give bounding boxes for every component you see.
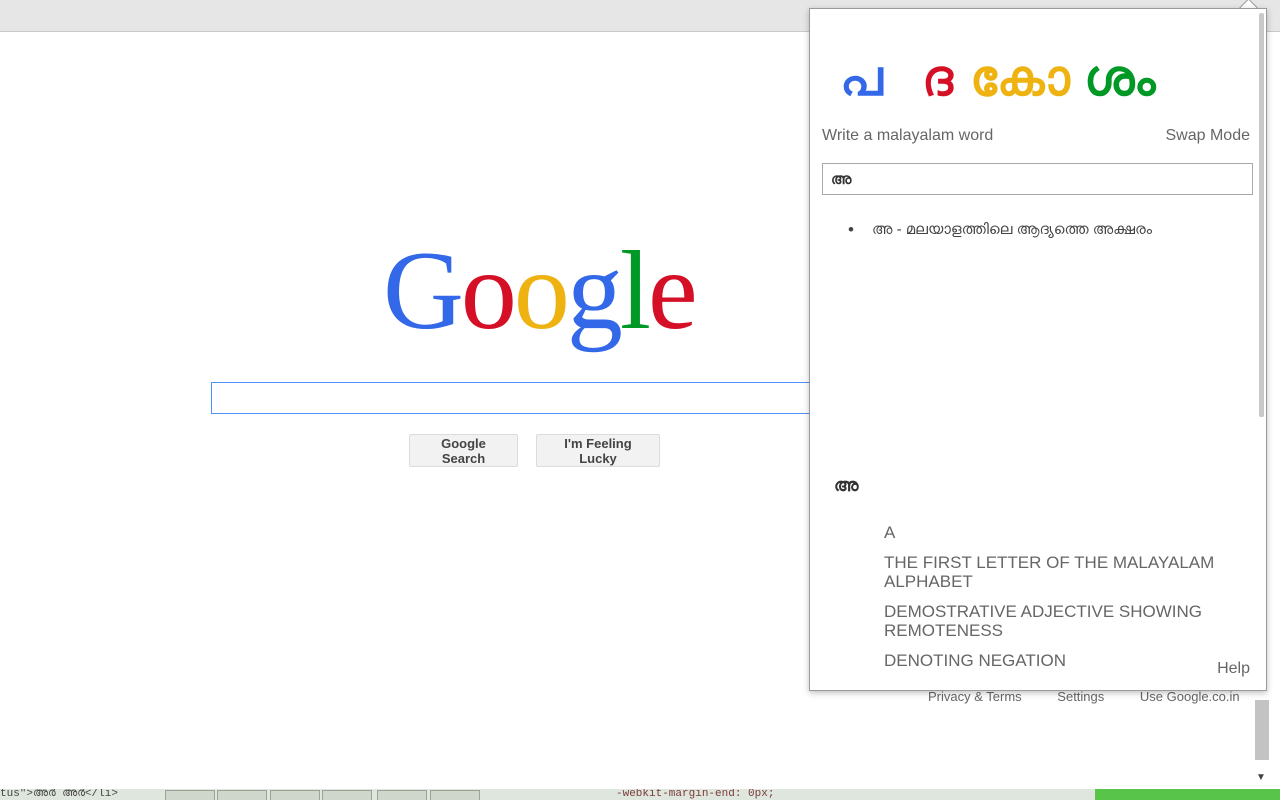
headword: അ xyxy=(834,475,859,495)
devtools-code-left: tus">അർ അർ</li> xyxy=(0,789,118,800)
taskbar-green-area xyxy=(1095,789,1280,800)
meaning-item: THE FIRST LETTER OF THE MALAYALAM ALPHAB… xyxy=(884,553,1215,591)
meaning-item: DENOTING NEGATION xyxy=(884,651,1066,670)
logo-character: ദ xyxy=(922,49,954,107)
google-logo: Google xyxy=(383,229,698,353)
google-logo-letter: g xyxy=(566,229,623,353)
meaning-list: A THE FIRST LETTER OF THE MALAYALAM ALPH… xyxy=(884,523,1244,681)
padakosham-logo: പ ദ കോ ശം xyxy=(840,49,1156,107)
taskbar: tus">അർ അർ</li> -webkit-margin-end: 0px; xyxy=(0,789,1280,800)
devtools-code-right: -webkit-margin-end: 0px; xyxy=(616,789,775,800)
google-logo-letter: o xyxy=(513,229,570,353)
scroll-down-arrow-icon[interactable]: ▼ xyxy=(1256,772,1266,783)
footer-link-settings[interactable]: Settings xyxy=(1057,689,1104,704)
page-scrollbar-thumb[interactable] xyxy=(1255,700,1269,760)
meaning-item: DEMOSTRATIVE ADJECTIVE SHOWING REMOTENES… xyxy=(884,602,1202,640)
logo-character: ശം xyxy=(1084,49,1156,107)
google-footer: Privacy & Terms Settings Use Google.co.i… xyxy=(928,689,1272,704)
meaning-item: A xyxy=(884,523,896,542)
padakosham-popup: പ ദ കോ ശം Write a malayalam word Swap Mo… xyxy=(809,8,1267,691)
google-logo-letter: l xyxy=(619,229,651,353)
footer-link-use-google[interactable]: Use Google.co.in xyxy=(1140,689,1240,704)
google-logo-letter: e xyxy=(648,229,698,353)
footer-link-privacy[interactable]: Privacy & Terms xyxy=(928,689,1022,704)
suggestion-item[interactable]: അ - മലയാളത്തിലെ ആദ്യത്തെ അക്ഷരം xyxy=(848,220,1152,240)
write-word-label: Write a malayalam word xyxy=(822,127,994,144)
taskbar-app-icon[interactable] xyxy=(322,790,372,800)
popup-scrollbar[interactable] xyxy=(1259,13,1264,417)
google-logo-letter: G xyxy=(383,229,464,353)
feeling-lucky-button[interactable]: I'm Feeling Lucky xyxy=(536,434,660,467)
taskbar-app-icon[interactable] xyxy=(217,790,267,800)
logo-character: പ xyxy=(840,49,884,107)
swap-mode-link[interactable]: Swap Mode xyxy=(1166,127,1251,145)
malayalam-word-input[interactable] xyxy=(822,163,1253,195)
taskbar-app-icon[interactable] xyxy=(377,790,427,800)
google-logo-letter: o xyxy=(460,229,517,353)
taskbar-app-icon[interactable] xyxy=(165,790,215,800)
suggestion-list: അ - മലയാളത്തിലെ ആദ്യത്തെ അക്ഷരം xyxy=(848,220,1152,240)
google-search-button[interactable]: Google Search xyxy=(409,434,518,467)
help-link[interactable]: Help xyxy=(1217,660,1250,678)
taskbar-app-icon[interactable] xyxy=(270,790,320,800)
google-search-input[interactable] xyxy=(211,382,841,414)
taskbar-app-icon[interactable] xyxy=(430,790,480,800)
logo-character: കോ xyxy=(970,49,1071,107)
